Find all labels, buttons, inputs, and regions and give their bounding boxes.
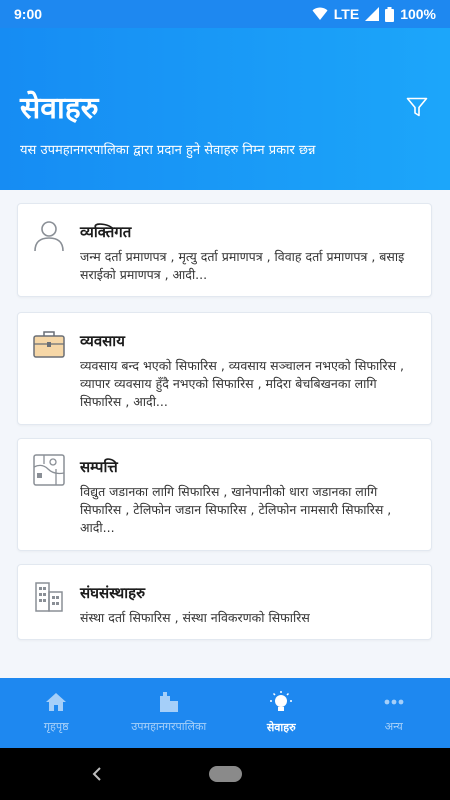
- bottom-navigation: गृहपृष्ठ उपमहानगरपालिका सेवाहरु अन्य: [0, 678, 450, 748]
- service-card-organizations[interactable]: संघसंस्थाहरु संस्था दर्ता सिफारिस , संस्…: [17, 564, 432, 640]
- status-indicators: LTE 100%: [312, 6, 436, 22]
- service-title: व्यवसाय: [80, 332, 125, 350]
- nav-label: सेवाहरु: [266, 721, 296, 734]
- briefcase-icon: [33, 331, 65, 358]
- bulb-icon: [270, 691, 293, 711]
- battery-icon: [385, 6, 395, 22]
- more-dots-icon: [384, 699, 404, 705]
- network-type: LTE: [333, 6, 360, 22]
- service-description: विद्युत जडानका लागि सिफारिस , खानेपानीको…: [80, 484, 392, 535]
- nav-label: गृहपृष्ठ: [43, 720, 69, 733]
- battery-level: 100%: [400, 6, 436, 22]
- back-icon[interactable]: [90, 766, 104, 782]
- service-description: जन्म दर्ता प्रमाणपत्र , मृत्यु दर्ता प्र…: [80, 249, 405, 282]
- person-icon: [34, 221, 64, 252]
- nav-other[interactable]: अन्य: [338, 678, 450, 748]
- office-building-icon: [159, 692, 178, 712]
- nav-services[interactable]: सेवाहरु: [225, 678, 338, 748]
- page-header: सेवाहरु यस उपमहानगरपालिका द्वारा प्रदान …: [0, 28, 450, 190]
- home-pill-button[interactable]: [209, 766, 242, 782]
- status-time: 9:00: [14, 6, 43, 22]
- service-description: संस्था दर्ता सिफारिस , संस्था नविकरणको स…: [80, 610, 310, 625]
- nav-label: अन्य: [384, 720, 403, 733]
- property-map-icon: [33, 454, 65, 486]
- page-title: सेवाहरु: [20, 91, 99, 126]
- filter-icon[interactable]: [406, 96, 428, 118]
- nav-municipality[interactable]: उपमहानगरपालिका: [113, 678, 226, 748]
- nav-home[interactable]: गृहपृष्ठ: [0, 678, 113, 748]
- home-icon: [46, 693, 67, 711]
- service-card-property[interactable]: सम्पत्ति विद्युत जडानका लागि सिफारिस , ख…: [17, 438, 432, 551]
- service-card-personal[interactable]: व्यक्तिगत जन्म दर्ता प्रमाणपत्र , मृत्यु…: [17, 203, 432, 297]
- status-bar: 9:00 LTE 100%: [0, 0, 450, 28]
- system-navigation-bar: [0, 748, 450, 800]
- page-subtitle: यस उपमहानगरपालिका द्वारा प्रदान हुने सेव…: [20, 143, 316, 158]
- service-title: संघसंस्थाहरु: [80, 584, 146, 602]
- service-description: व्यवसाय बन्द भएको सिफारिस , व्यवसाय सञ्च…: [80, 358, 405, 409]
- nav-label: उपमहानगरपालिका: [131, 720, 207, 733]
- buildings-icon: [35, 582, 63, 612]
- service-title: व्यक्तिगत: [80, 223, 132, 241]
- service-card-business[interactable]: व्यवसाय व्यवसाय बन्द भएको सिफारिस , व्यव…: [17, 312, 432, 425]
- wifi-icon: [312, 7, 328, 20]
- service-title: सम्पत्ति: [80, 458, 118, 476]
- signal-icon: [365, 7, 380, 21]
